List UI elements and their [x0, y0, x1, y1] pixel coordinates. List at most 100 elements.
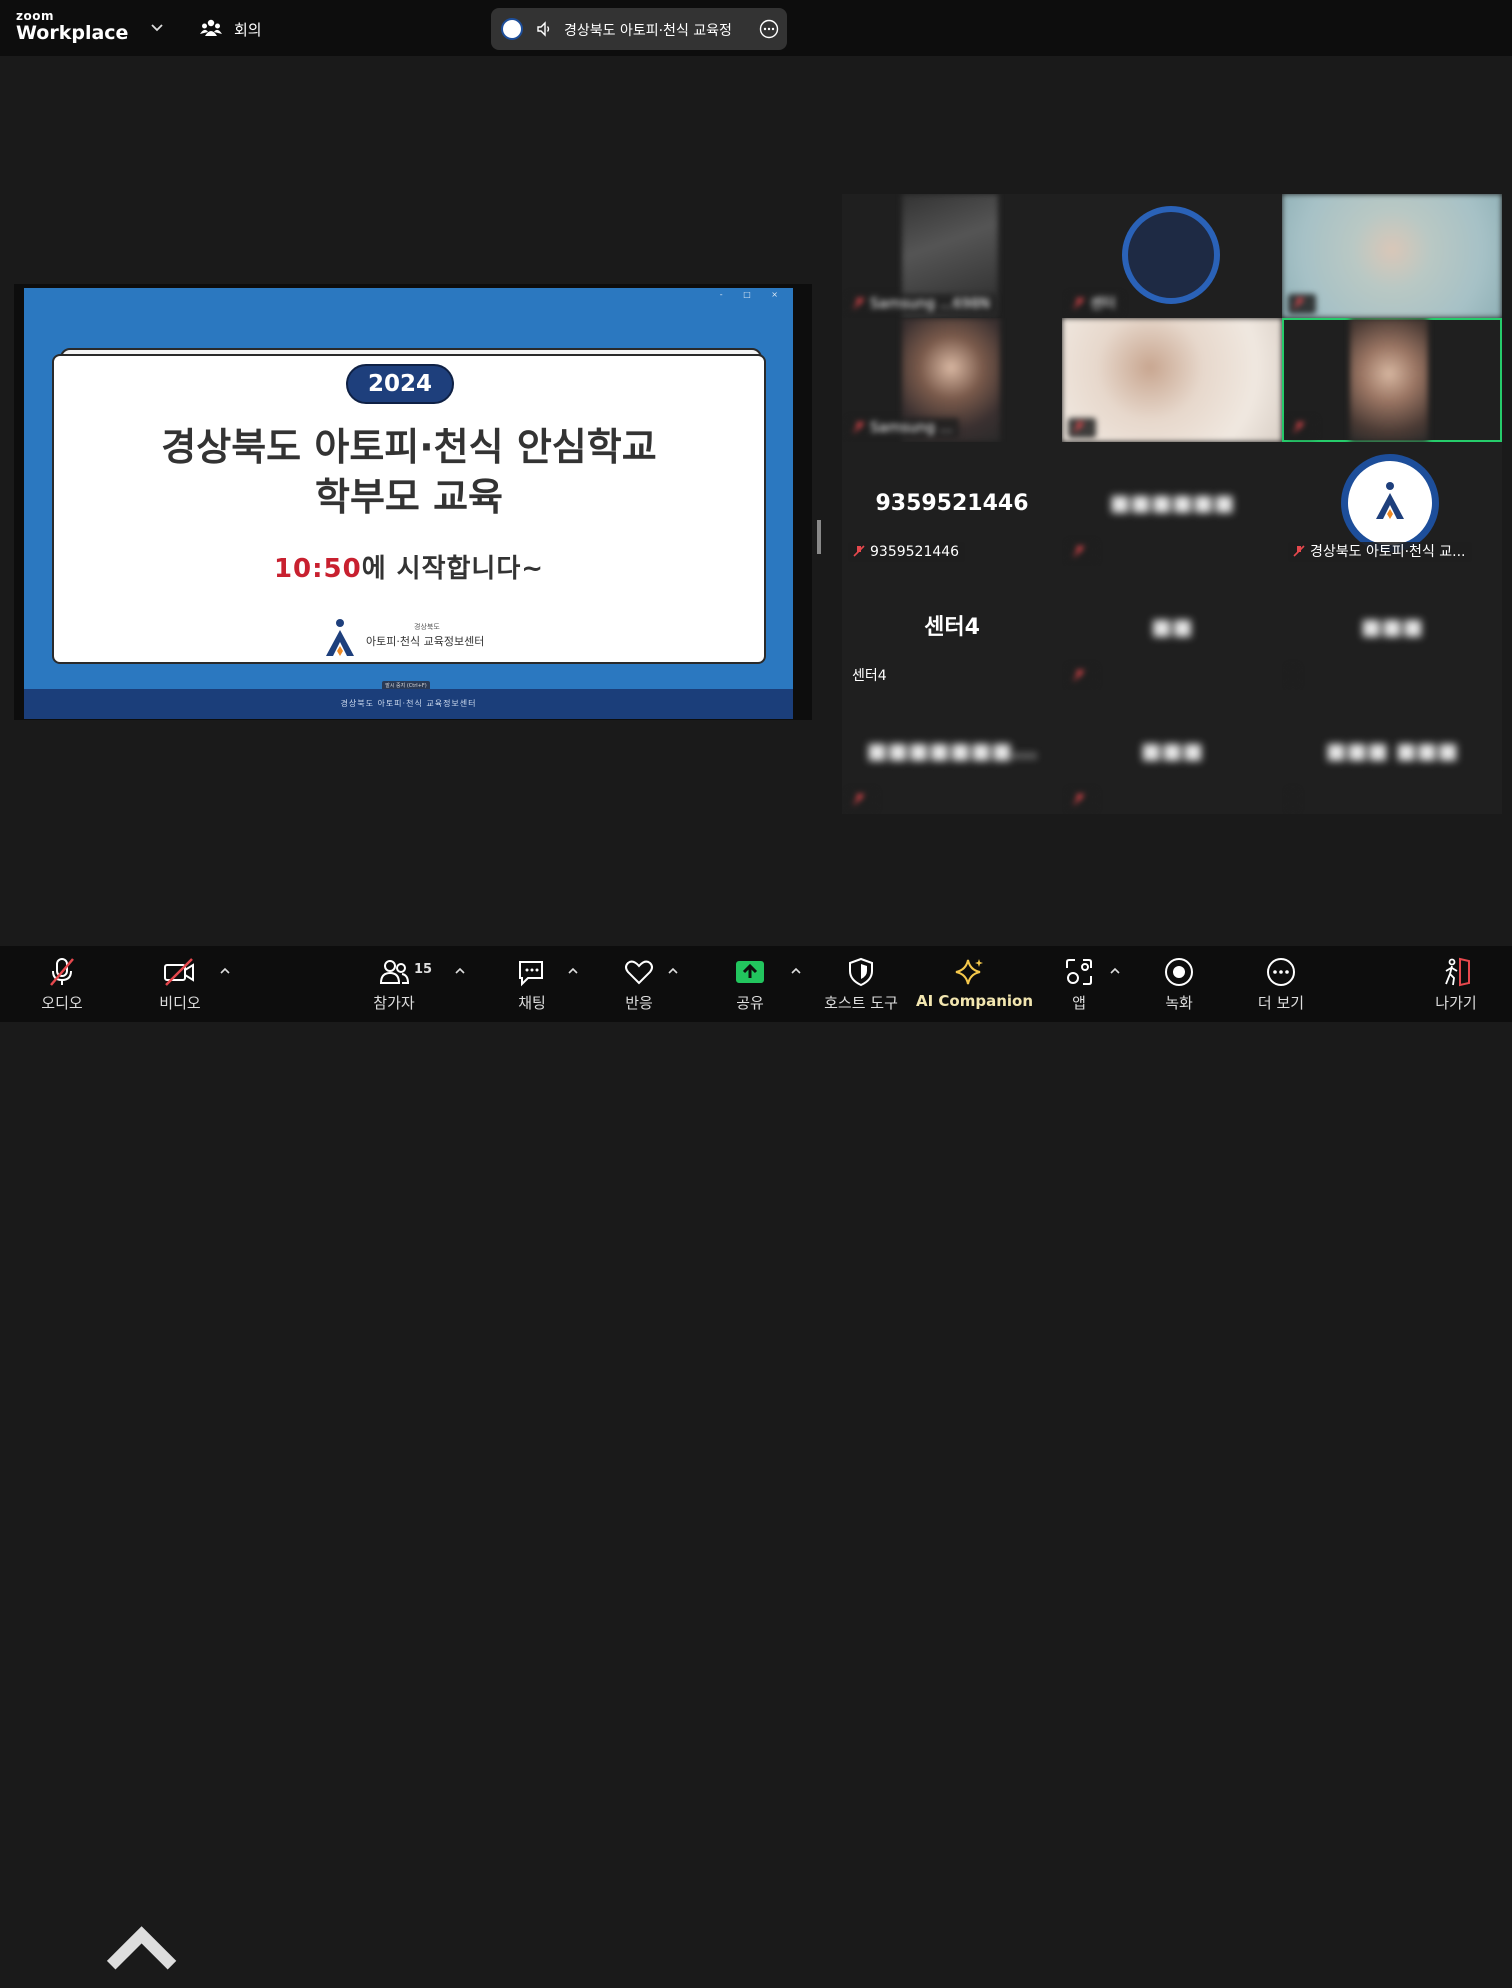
audio-options-caret-icon[interactable] [96, 1912, 187, 1988]
participant-name [1068, 666, 1096, 686]
chat-options-caret-icon[interactable] [567, 966, 579, 976]
participant-name [1068, 418, 1096, 438]
meeting-tab-label[interactable]: 회의 [234, 19, 262, 40]
muted-mic-icon [1073, 793, 1085, 805]
participant-tile[interactable] [1062, 318, 1282, 442]
reactions-options-caret-icon[interactable] [667, 966, 679, 976]
record-button[interactable]: 녹화 [1139, 946, 1219, 1022]
participant-avatar [1341, 454, 1439, 552]
participant-tile[interactable]: ■■■■■■■... [842, 690, 1062, 814]
active-speaker-indicator[interactable]: 경상북도 아토피·천식 교육정 [491, 8, 787, 50]
presentation-slide: - □ × 2024 경상북도 아토피·천식 안심학교 학부모 교육 10:50… [24, 288, 793, 719]
chat-label: 채팅 [518, 994, 546, 1012]
participant-tile[interactable]: Samsung ...698N [842, 194, 1062, 318]
participant-tile[interactable]: Samsung ... [842, 318, 1062, 442]
slide-title-line1: 경상북도 아토피·천식 안심학교 [161, 425, 657, 469]
muted-mic-icon [853, 793, 865, 805]
active-speaker-tile[interactable] [1282, 318, 1502, 442]
participant-big-name: ■■■ [1360, 615, 1424, 640]
ai-companion-label: AI Companion [916, 992, 1034, 1010]
video-options-caret-icon[interactable] [219, 966, 231, 976]
video-button[interactable]: 비디오 [140, 946, 220, 1022]
org-small-label: 경상북도 [414, 623, 440, 631]
top-bar: zoom Workplace 회의 경상북도 아토피·천식 교육정 [0, 0, 1512, 56]
participant-name: 센터4 [852, 668, 887, 684]
muted-mic-icon [853, 421, 865, 433]
start-time: 10:50 [273, 554, 362, 584]
slide-title: 경상북도 아토피·천식 안심학교 학부모 교육 [54, 422, 764, 522]
slide-card: 2024 경상북도 아토피·천식 안심학교 학부모 교육 10:50에 시작합니… [52, 354, 766, 664]
participant-tile[interactable]: ■■■ [1062, 690, 1282, 814]
reactions-button[interactable]: 반응 [599, 946, 679, 1022]
participants-label: 참가자 [373, 994, 415, 1012]
apps-options-caret-icon[interactable] [1109, 966, 1121, 976]
start-notice: 10:50에 시작합니다~ [54, 548, 764, 585]
participant-tile[interactable]: 9359521446 9359521446 [842, 442, 1062, 566]
participant-video [1350, 318, 1428, 442]
participant-avatar [1122, 206, 1220, 304]
apps-label: 앱 [1072, 994, 1086, 1012]
participant-name [1068, 542, 1096, 562]
participants-button[interactable]: 15 참가자 [354, 946, 434, 1022]
slide-title-line2: 학부모 교육 [314, 475, 504, 519]
more-options-icon[interactable] [759, 19, 779, 39]
muted-mic-icon [1293, 421, 1305, 433]
chat-icon [519, 961, 543, 987]
meeting-toolbar: 오디오 비디오 15 참가자 채팅 반응 공유 호스트 도구 AI Compan… [0, 946, 1512, 1970]
participant-name [848, 790, 876, 810]
participant-name [1288, 666, 1298, 686]
muted-mic-icon [1293, 297, 1305, 309]
center-logo-icon [1376, 482, 1404, 519]
start-text: 에 시작합니다~ [361, 554, 545, 584]
participant-tile[interactable]: ■■■■■■ [1062, 442, 1282, 566]
apps-button[interactable]: 앱 [1039, 946, 1119, 1022]
participant-tile[interactable]: ■■■ ■■■ [1282, 690, 1502, 814]
window-controls: - □ × [719, 290, 787, 299]
center-logo-icon [326, 619, 354, 656]
participant-name: 센터 [1068, 294, 1122, 314]
record-icon [1165, 958, 1193, 986]
share-button[interactable]: 공유 [710, 946, 790, 1022]
sparkle-icon [955, 959, 983, 985]
more-icon [1267, 958, 1295, 986]
split-resize-handle[interactable] [817, 520, 821, 554]
ai-companion-button[interactable]: AI Companion [916, 946, 1034, 1022]
audio-label: 오디오 [41, 994, 83, 1012]
muted-mic-icon [1073, 545, 1085, 557]
chat-button[interactable]: 채팅 [492, 946, 572, 1022]
participant-gallery: Samsung ...698N 센터 Samsung ... 935952144… [842, 194, 1502, 814]
apps-icon [1066, 959, 1092, 985]
participants-options-caret-icon[interactable] [454, 966, 466, 976]
participant-tile[interactable]: 경상북도 아토피·천식 교... [1282, 442, 1502, 566]
share-label: 공유 [736, 994, 764, 1012]
muted-mic-icon [853, 545, 865, 557]
muted-mic-icon [1073, 421, 1085, 433]
participant-tile[interactable]: 센터4 센터4 [842, 566, 1062, 690]
audio-button[interactable]: 오디오 [22, 946, 102, 1022]
host-tools-label: 호스트 도구 [824, 994, 898, 1012]
participant-name: Samsung ... [848, 418, 959, 438]
active-speaker-name: 경상북도 아토피·천식 교육정 [564, 23, 732, 39]
leave-door-icon [1445, 957, 1470, 987]
leave-button[interactable]: 나가기 [1416, 946, 1496, 1022]
participant-name: Samsung ...698N [848, 294, 997, 314]
participant-tile[interactable] [1282, 194, 1502, 318]
slide-footer: 경상북도 아토피·천식 교육정보센터 [24, 689, 793, 719]
muted-mic-icon [1073, 669, 1085, 681]
participant-big-name: ■■■ ■■■ [1325, 739, 1459, 764]
participant-tile[interactable]: 센터 [1062, 194, 1282, 318]
participant-tile[interactable]: ■■■ [1282, 566, 1502, 690]
brand-large: Workplace [16, 22, 129, 44]
more-label: 더 보기 [1257, 994, 1305, 1012]
participant-tile[interactable]: ■■ [1062, 566, 1282, 690]
participant-name [1288, 418, 1316, 438]
more-button[interactable]: 더 보기 [1241, 946, 1321, 1022]
zoom-workplace-logo[interactable]: zoom Workplace [16, 10, 128, 43]
chevron-down-icon[interactable] [148, 18, 166, 36]
meeting-people-icon[interactable] [200, 17, 222, 39]
share-screen-icon [736, 961, 764, 983]
participant-name [1288, 790, 1298, 810]
host-tools-button[interactable]: 호스트 도구 [816, 946, 906, 1022]
shield-icon [849, 957, 873, 987]
share-options-caret-icon[interactable] [790, 966, 802, 976]
